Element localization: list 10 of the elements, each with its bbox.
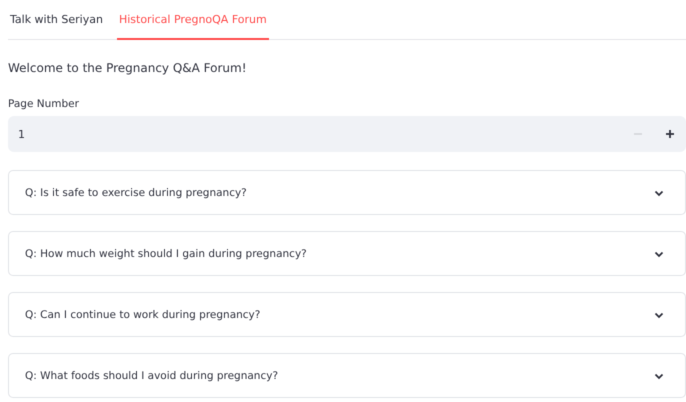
question-expander[interactable]: Q: Can I continue to work during pregnancy?	[8, 292, 686, 337]
plus-icon	[665, 129, 675, 139]
question-expander[interactable]: Q: Is it safe to exercise during pregnancy?	[8, 170, 686, 215]
number-input[interactable]: 1	[16, 126, 622, 142]
question-expander[interactable]: Q: What foods should I avoid during pregnancy?	[8, 353, 686, 398]
tab[interactable]: Talk with Seriyan	[8, 0, 105, 40]
question-expander[interactable]: Q: How much weight should I gain during pregnancy?	[8, 231, 686, 276]
field-label: Page Number	[8, 98, 80, 110]
number-field[interactable]: 1	[8, 116, 686, 152]
welcome-heading: Welcome to the Pregnancy Q&A Forum!	[8, 61, 248, 75]
